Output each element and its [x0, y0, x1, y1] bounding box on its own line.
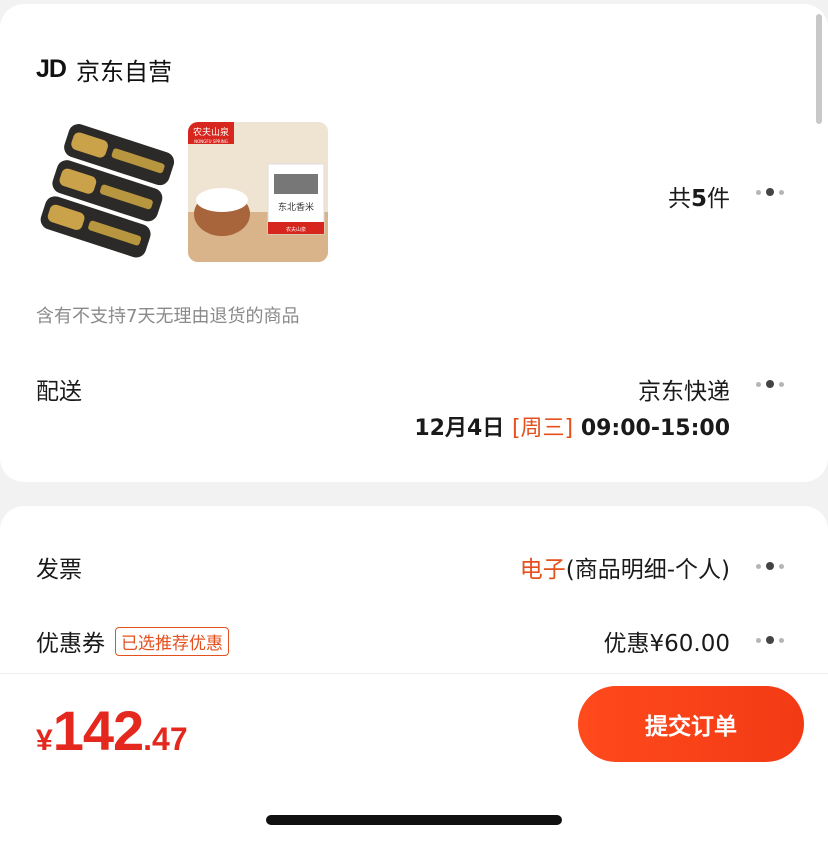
product-thumb-2[interactable]: 农夫山泉 NONGFU SPRING 东北香米 农夫山泉 [188, 122, 328, 262]
currency-symbol: ¥ [36, 724, 53, 757]
price-decimal: .47 [143, 721, 188, 757]
coupon-value[interactable]: 优惠¥60.00 [604, 624, 730, 658]
home-indicator[interactable] [266, 815, 562, 825]
invoice-value[interactable]: 电子(商品明细-个人) [520, 550, 730, 584]
package-label: 东北香米 [278, 201, 314, 213]
item-count[interactable]: 共5件 [668, 179, 730, 213]
store-name: 京东自营 [75, 58, 172, 86]
coupon-row: 优惠券 已选推荐优惠 [36, 624, 229, 658]
return-notice: 含有不支持7天无理由退货的商品 [36, 306, 300, 327]
delivery-label: 配送 [36, 379, 82, 405]
more-dots-icon[interactable] [756, 562, 784, 570]
store-header: JD 京东自营 [36, 52, 172, 87]
options-card [0, 506, 828, 696]
submit-order-button[interactable]: 提交订单 [578, 686, 804, 762]
scrollbar[interactable] [816, 14, 822, 124]
delivery-date: 12月4日 [414, 416, 505, 441]
more-dots-icon[interactable] [756, 188, 784, 196]
checkout-bar: ¥142.47 提交订单 [0, 673, 828, 773]
price-integer: 142 [52, 699, 144, 762]
delivery-window: 09:00-15:00 [580, 416, 730, 441]
brand-tag: 农夫山泉 [193, 126, 229, 138]
jd-logo: JD [36, 55, 67, 83]
coupon-label: 优惠券 [36, 631, 105, 657]
product-image-2: 农夫山泉 NONGFU SPRING 东北香米 农夫山泉 [188, 122, 328, 262]
total-price: ¥142.47 [36, 698, 188, 763]
delivery-method[interactable]: 京东快递 [638, 372, 730, 406]
order-card: JD 京东自营 农夫山泉 NONGFU SPRING 东北香米 农夫山泉 共5件… [0, 4, 828, 482]
coupon-tag: 已选推荐优惠 [115, 626, 229, 656]
more-dots-icon[interactable] [756, 380, 784, 388]
brand-sub: NONGFU SPRING [194, 139, 228, 144]
count-suffix: 件 [707, 186, 730, 212]
invoice-detail: (商品明细-个人) [565, 557, 730, 583]
product-image-1 [38, 122, 178, 262]
home-area [0, 773, 828, 841]
more-dots-icon[interactable] [756, 636, 784, 644]
count-prefix: 共 [667, 186, 691, 212]
delivery-time[interactable]: 12月4日 [周三] 09:00-15:00 [414, 410, 730, 442]
invoice-label: 发票 [36, 557, 82, 583]
package-foot: 农夫山泉 [286, 226, 306, 233]
invoice-type: 电子 [519, 557, 566, 583]
product-thumb-1[interactable] [38, 122, 178, 262]
count-value: 5 [690, 186, 707, 212]
delivery-day: [周三] [511, 416, 574, 441]
